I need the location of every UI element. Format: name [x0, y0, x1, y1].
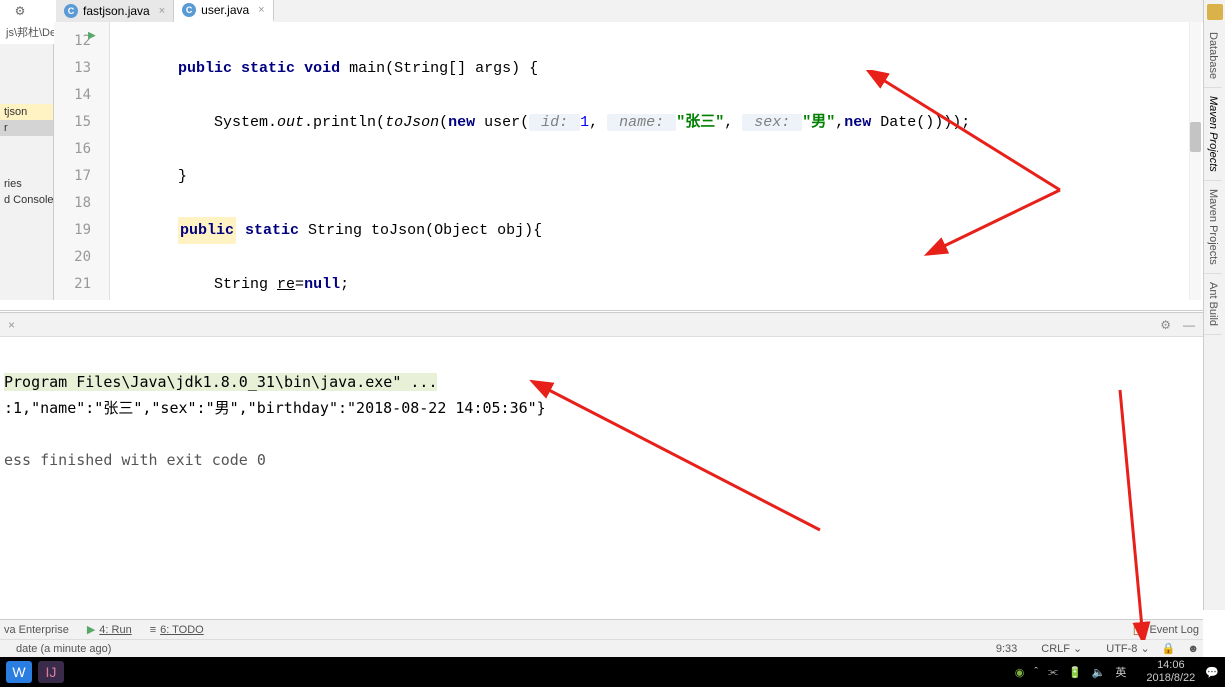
java-class-icon: C: [182, 3, 196, 17]
run-tool[interactable]: ▶4: Run: [87, 623, 132, 636]
close-icon[interactable]: ×: [159, 5, 165, 17]
right-toolbar: Database Maven Projects Maven Projects A…: [1203, 0, 1225, 610]
tab-label: user.java: [201, 3, 249, 17]
file-encoding[interactable]: UTF-8 ⌄: [1094, 642, 1149, 655]
taskbar-clock[interactable]: 14:062018/8/22: [1146, 659, 1195, 685]
status-bar: date (a minute ago) 9:33 CRLF ⌄ UTF-8 ⌄ …: [0, 639, 1203, 657]
database-icon[interactable]: [1207, 4, 1223, 20]
console-header: × ⚙ —: [0, 313, 1203, 337]
code-editor[interactable]: ▶ 12131415 16171819 2021 public static v…: [54, 22, 1201, 300]
tray-battery-icon[interactable]: 🔋: [1068, 666, 1082, 679]
minimize-icon[interactable]: —: [1183, 318, 1195, 332]
editor-tabs: ⚙ C fastjson.java × C user.java ×: [56, 0, 1225, 22]
status-message: date (a minute ago): [16, 643, 111, 655]
tray-notifications-icon[interactable]: 💬: [1205, 666, 1219, 679]
maven-tool-label[interactable]: Maven Projects: [1204, 181, 1222, 274]
line-gutter: ▶ 12131415 16171819 2021: [54, 22, 110, 300]
lock-icon[interactable]: 🔒: [1162, 642, 1176, 655]
tray-volume-icon[interactable]: 🔈: [1092, 666, 1106, 679]
inspector-icon[interactable]: ☻: [1187, 643, 1199, 655]
tray-wifi-icon[interactable]: ⫘: [1048, 666, 1058, 679]
code-area[interactable]: public static void main(String[] args) {…: [110, 22, 1201, 300]
tray-chevron-icon[interactable]: ˆ: [1034, 666, 1038, 678]
run-gutter-icon[interactable]: ▶: [88, 28, 96, 43]
tray-globe-icon[interactable]: ◉: [1015, 666, 1025, 679]
close-icon[interactable]: ×: [258, 4, 264, 16]
breadcrumb: js\邦杜\De: [0, 22, 62, 42]
project-panel-fragment: tjson r ries d Console: [0, 44, 54, 300]
run-console: × ⚙ — Program Files\Java\jdk1.8.0_31\bin…: [0, 310, 1203, 610]
cursor-position: 9:33: [996, 643, 1017, 655]
gear-icon[interactable]: ⚙: [1160, 318, 1171, 332]
todo-tool[interactable]: ≡ 6: TODO: [150, 624, 204, 636]
tree-item[interactable]: ries: [0, 176, 53, 192]
console-line: :1,"name":"张三","sex":"男","birthday":"201…: [4, 399, 546, 417]
app-wps-icon[interactable]: W: [6, 661, 32, 683]
system-tray: ◉ ˆ ⫘ 🔋 🔈 英 14:062018/8/22 💬: [1015, 659, 1219, 685]
tree-item[interactable]: r: [0, 120, 53, 136]
tree-item[interactable]: d Console: [0, 192, 53, 208]
code-text: System.: [178, 114, 277, 131]
event-log-tool[interactable]: 📋 Event Log: [1132, 623, 1199, 636]
console-output[interactable]: Program Files\Java\jdk1.8.0_31\bin\java.…: [0, 337, 1203, 505]
tab-fastjson[interactable]: C fastjson.java ×: [56, 0, 174, 22]
close-icon[interactable]: ×: [8, 318, 15, 332]
tab-label: fastjson.java: [83, 4, 150, 18]
tree-item[interactable]: tjson: [0, 104, 53, 120]
java-class-icon: C: [64, 4, 78, 18]
java-ee-tool[interactable]: va Enterprise: [4, 624, 69, 636]
ant-tool[interactable]: Ant Build: [1204, 274, 1222, 335]
tab-user[interactable]: C user.java ×: [174, 0, 273, 22]
maven-tool[interactable]: Maven Projects: [1204, 88, 1222, 181]
tray-ime[interactable]: 英: [1115, 664, 1126, 680]
windows-taskbar: W IJ ◉ ˆ ⫘ 🔋 🔈 英 14:062018/8/22 💬: [0, 657, 1225, 687]
gear-icon[interactable]: ⚙: [6, 4, 34, 18]
console-cmd: Program Files\Java\jdk1.8.0_31\bin\java.…: [4, 373, 437, 391]
line-separator[interactable]: CRLF ⌄: [1029, 642, 1082, 655]
editor-scrollbar[interactable]: [1189, 22, 1201, 300]
tool-window-bar: va Enterprise ▶4: Run ≡ 6: TODO 📋 Event …: [0, 619, 1203, 639]
app-intellij-icon[interactable]: IJ: [38, 661, 64, 683]
database-tool[interactable]: Database: [1204, 24, 1222, 88]
console-exit: ess finished with exit code 0: [4, 451, 266, 469]
